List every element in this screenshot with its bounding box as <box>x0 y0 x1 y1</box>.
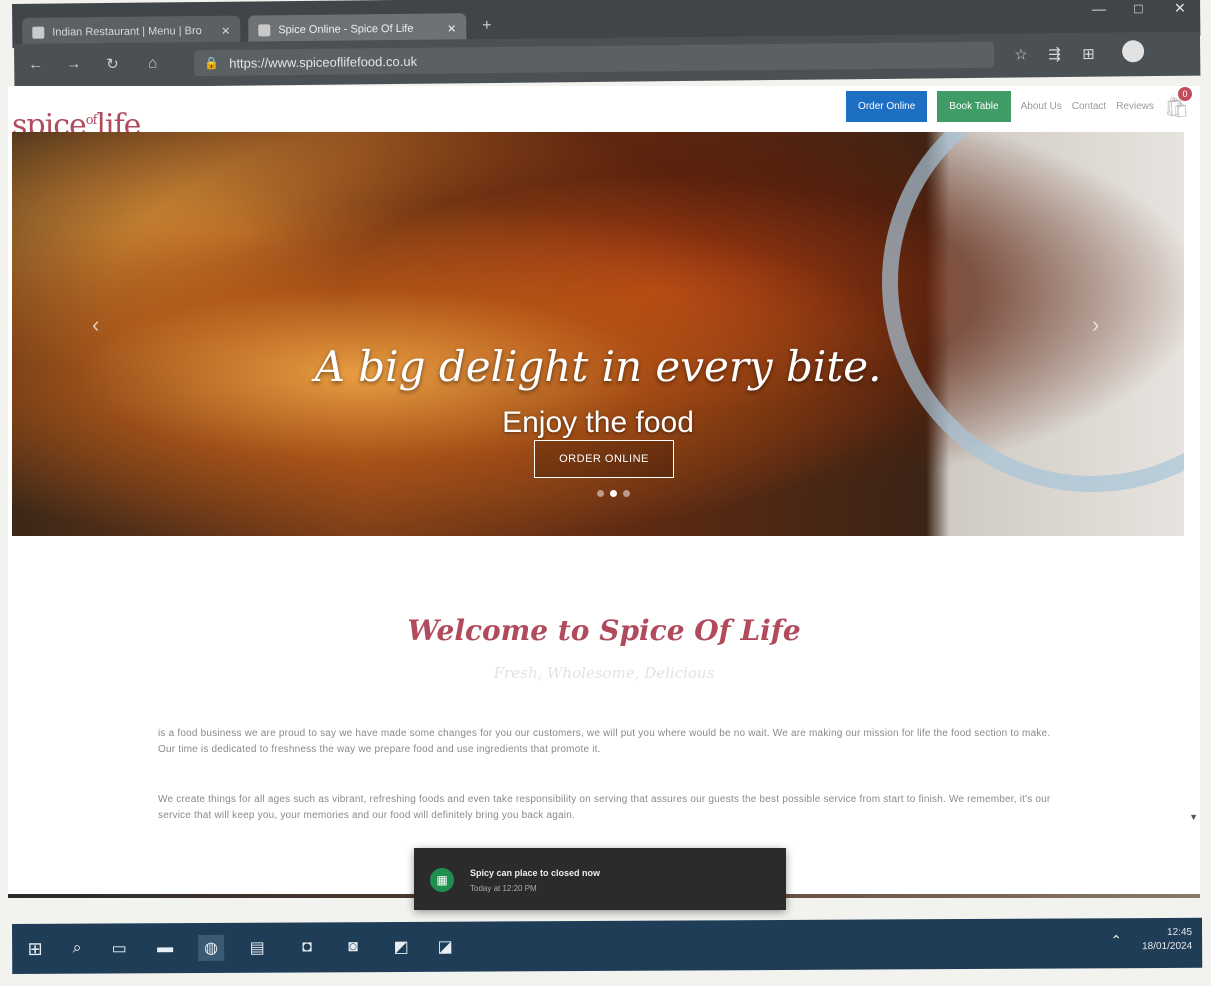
cart-count-badge: 0 <box>1178 87 1192 101</box>
favorites-icon[interactable]: ⇶ <box>1048 45 1061 63</box>
order-online-button[interactable]: Order Online <box>846 90 928 122</box>
carousel-prev-icon[interactable]: ‹ <box>92 312 99 338</box>
welcome-subtitle: Fresh, Wholesome, Delicious <box>493 664 715 682</box>
clock-time: 12:45 <box>1167 926 1193 938</box>
carousel-dot[interactable] <box>623 490 630 497</box>
network-icon[interactable]: ⌃ <box>1110 932 1122 949</box>
file-explorer-icon[interactable]: ▤ <box>244 935 270 961</box>
nav-reviews-link[interactable]: Reviews <box>1116 101 1154 112</box>
close-icon[interactable]: ✕ <box>1174 0 1186 17</box>
notification-title: Spicy can place to closed now <box>470 868 601 878</box>
favorite-star-icon[interactable]: ☆ <box>1014 45 1028 63</box>
nav-about-link[interactable]: About Us <box>1021 101 1062 112</box>
scroll-down-icon[interactable]: ▼ <box>1189 812 1198 822</box>
notification-time: Today at 12:20 PM <box>470 884 537 893</box>
welcome-title: Welcome to Spice Of Life <box>407 614 801 647</box>
store-icon: ▦ <box>430 868 454 892</box>
search-icon[interactable]: ⌕ <box>64 936 90 962</box>
clock-date: 18/01/2024 <box>1142 940 1193 953</box>
app-icon[interactable]: ▬ <box>152 935 178 961</box>
carousel-dot[interactable] <box>610 490 617 497</box>
web-page: spiceoflife Order Online Book Table Abou… <box>8 86 1200 898</box>
outlook-icon[interactable]: ◘ <box>294 934 320 960</box>
edge-icon[interactable]: ◍ <box>198 934 225 962</box>
minimize-icon[interactable]: — <box>1092 1 1106 17</box>
task-view-icon[interactable]: ▭ <box>106 935 132 961</box>
profile-avatar[interactable] <box>1122 40 1145 63</box>
plus-icon[interactable]: + <box>482 17 492 35</box>
system-clock[interactable]: 12:45 18/01/2024 <box>1142 926 1192 954</box>
windows-taskbar: ⊞ ⌕ ▭ ▬ ◍ ▤ ◘ ◙ ◩ ◪ ⌃ 12:45 18/01/2024 <box>12 917 1203 974</box>
intro-paragraph: is a food business we are proud to say w… <box>158 728 1051 755</box>
site-navigation: Order Online Book Table About Us Contact… <box>846 86 1192 126</box>
tab-close-icon[interactable]: ✕ <box>221 24 230 37</box>
tab-label: Spice Online - Spice Of Life <box>278 22 414 37</box>
hero-headline: A big delight in every bite. <box>314 342 882 391</box>
windows-start-icon[interactable]: ⊞ <box>22 936 48 962</box>
tab-favicon-icon <box>258 24 271 37</box>
back-icon[interactable]: ← <box>28 56 43 73</box>
forward-icon[interactable]: → <box>66 55 81 72</box>
hero-order-online-button[interactable]: ORDER ONLINE <box>534 440 674 478</box>
cart-button[interactable]: 🛍 0 <box>1164 87 1192 119</box>
tab-label: Indian Restaurant | Menu | Bro <box>52 25 202 39</box>
address-bar-input[interactable]: 🔒 https://www.spiceoflifefood.co.uk <box>194 41 995 77</box>
maximize-icon[interactable]: □ <box>1134 0 1143 16</box>
logo-word-of: of <box>85 113 98 128</box>
tab-favicon-icon <box>32 26 45 39</box>
hero-carousel: ‹ › A big delight in every bite. Enjoy t… <box>12 132 1184 536</box>
collections-icon[interactable]: ⊞ <box>1082 45 1095 63</box>
nav-contact-link[interactable]: Contact <box>1072 101 1106 112</box>
carousel-next-icon[interactable]: › <box>1092 312 1099 338</box>
hero-subheadline: Enjoy the food <box>502 406 694 439</box>
url-text: https://www.spiceoflifefood.co.uk <box>229 53 418 71</box>
onenote-icon[interactable]: ◩ <box>388 934 414 960</box>
refresh-icon[interactable]: ↻ <box>106 55 119 73</box>
book-table-button[interactable]: Book Table <box>937 90 1011 122</box>
home-icon[interactable]: ⌂ <box>148 55 157 72</box>
notification-toast[interactable]: ▦ Spicy can place to closed now Today at… <box>414 848 786 910</box>
carousel-indicators <box>597 490 630 497</box>
intro-paragraph: We create things for all ages such as vi… <box>158 794 1051 821</box>
carousel-dot[interactable] <box>597 490 604 497</box>
teams-icon[interactable]: ◙ <box>340 934 366 960</box>
tab-close-icon[interactable]: ✕ <box>447 22 456 35</box>
lock-icon: 🔒 <box>204 55 220 71</box>
app-icon-2[interactable]: ◪ <box>432 934 458 960</box>
